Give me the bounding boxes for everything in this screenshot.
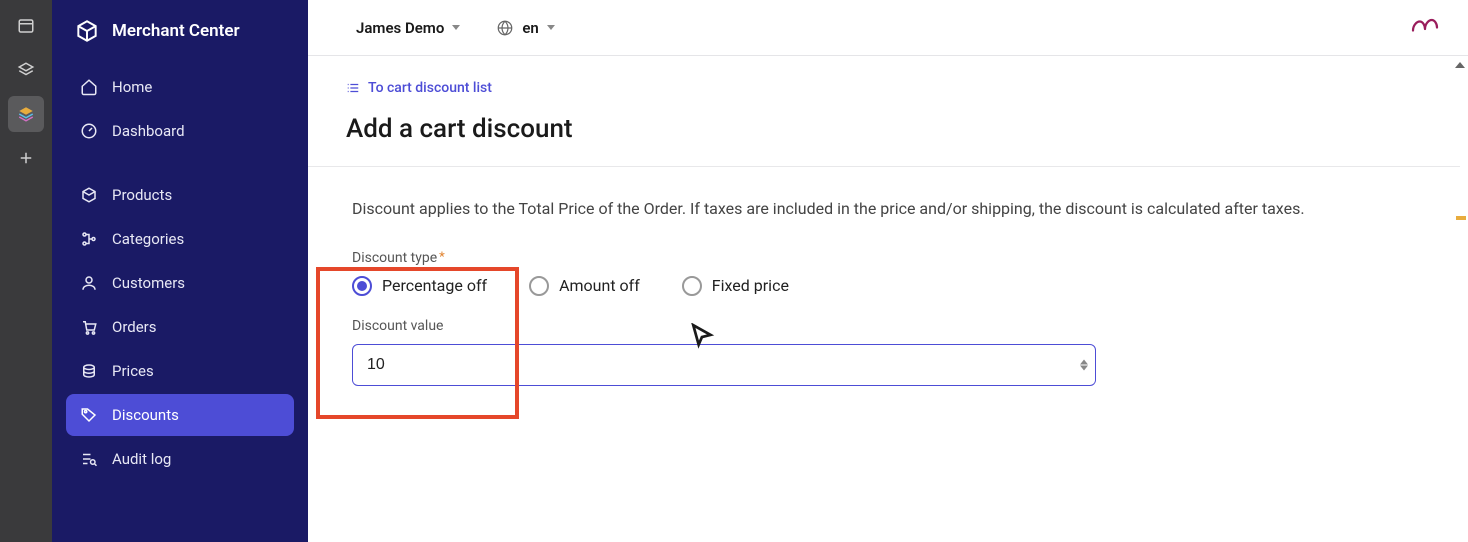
back-link-label: To cart discount list [368,80,492,96]
discount-value-label: Discount value [352,318,1386,334]
sidebar-item-orders[interactable]: Orders [66,306,294,348]
scrollbar-up-icon[interactable] [1452,56,1468,74]
sidebar: Merchant Center Home Dashboard Products … [52,0,308,542]
cart-icon [80,318,98,336]
tree-icon [80,230,98,248]
chevron-down-icon [547,25,555,30]
sidebar-item-discounts[interactable]: Discounts [66,394,294,436]
topbar: James Demo en [308,0,1468,56]
back-link[interactable]: To cart discount list [346,80,1428,96]
commercetools-logo-icon [1410,14,1440,42]
sidebar-item-products[interactable]: Products [66,174,294,216]
main: James Demo en To cart discount list Add … [308,0,1468,542]
sidebar-item-label: Customers [112,274,185,292]
search-list-icon [80,450,98,468]
rail-stack-icon[interactable] [8,96,44,132]
number-stepper[interactable] [1080,359,1088,370]
scrollbar-marker [1456,216,1466,220]
locale-switcher[interactable]: en [496,19,554,37]
sidebar-item-label: Orders [112,318,157,336]
sidebar-item-label: Categories [112,230,184,248]
sidebar-item-label: Dashboard [112,122,185,140]
list-icon [346,82,360,94]
user-icon [80,274,98,292]
sidebar-item-label: Prices [112,362,154,380]
stepper-up-icon[interactable] [1080,359,1088,364]
cube-icon [80,186,98,204]
home-icon [80,78,98,96]
brand-cube-icon [74,18,100,44]
locale-code: en [522,19,538,37]
rail-layers-icon[interactable] [8,52,44,88]
sidebar-item-home[interactable]: Home [66,66,294,108]
sidebar-item-label: Products [112,186,172,204]
radio-icon [529,276,549,296]
chevron-down-icon [452,25,460,30]
project-switcher[interactable]: James Demo [356,19,460,37]
sidebar-item-audit-log[interactable]: Audit log [66,438,294,480]
project-name: James Demo [356,19,444,37]
radio-label: Percentage off [382,276,487,295]
required-marker: * [439,250,445,265]
radio-label: Amount off [559,276,640,295]
app-rail [0,0,52,542]
sidebar-item-dashboard[interactable]: Dashboard [66,110,294,152]
sidebar-item-label: Discounts [112,406,179,424]
radio-amount-off[interactable]: Amount off [529,276,640,296]
rail-panel-icon[interactable] [8,8,44,44]
sidebar-item-categories[interactable]: Categories [66,218,294,260]
stepper-down-icon[interactable] [1080,365,1088,370]
coins-icon [80,362,98,380]
sidebar-item-label: Audit log [112,450,171,468]
page-title: Add a cart discount [346,114,1428,144]
gauge-icon [80,122,98,140]
radio-icon [352,276,372,296]
nav: Home Dashboard Products Categories Custo… [66,66,294,480]
sidebar-item-customers[interactable]: Customers [66,262,294,304]
radio-icon [682,276,702,296]
tag-icon [80,406,98,424]
brand-title: Merchant Center [112,21,240,41]
sidebar-item-label: Home [112,78,152,96]
discount-value-input[interactable] [352,344,1096,386]
help-text: Discount applies to the Total Price of t… [352,197,1372,222]
discount-type-radiogroup: Percentage off Amount off Fixed price [352,276,1386,296]
content-scroll[interactable]: To cart discount list Add a cart discoun… [308,56,1468,542]
discount-type-label: Discount type* [352,250,1386,266]
rail-add-icon[interactable] [8,140,44,176]
radio-fixed-price[interactable]: Fixed price [682,276,789,296]
brand: Merchant Center [66,18,294,44]
globe-icon [496,19,514,37]
radio-label: Fixed price [712,276,789,295]
radio-percentage-off[interactable]: Percentage off [352,276,487,296]
sidebar-item-prices[interactable]: Prices [66,350,294,392]
